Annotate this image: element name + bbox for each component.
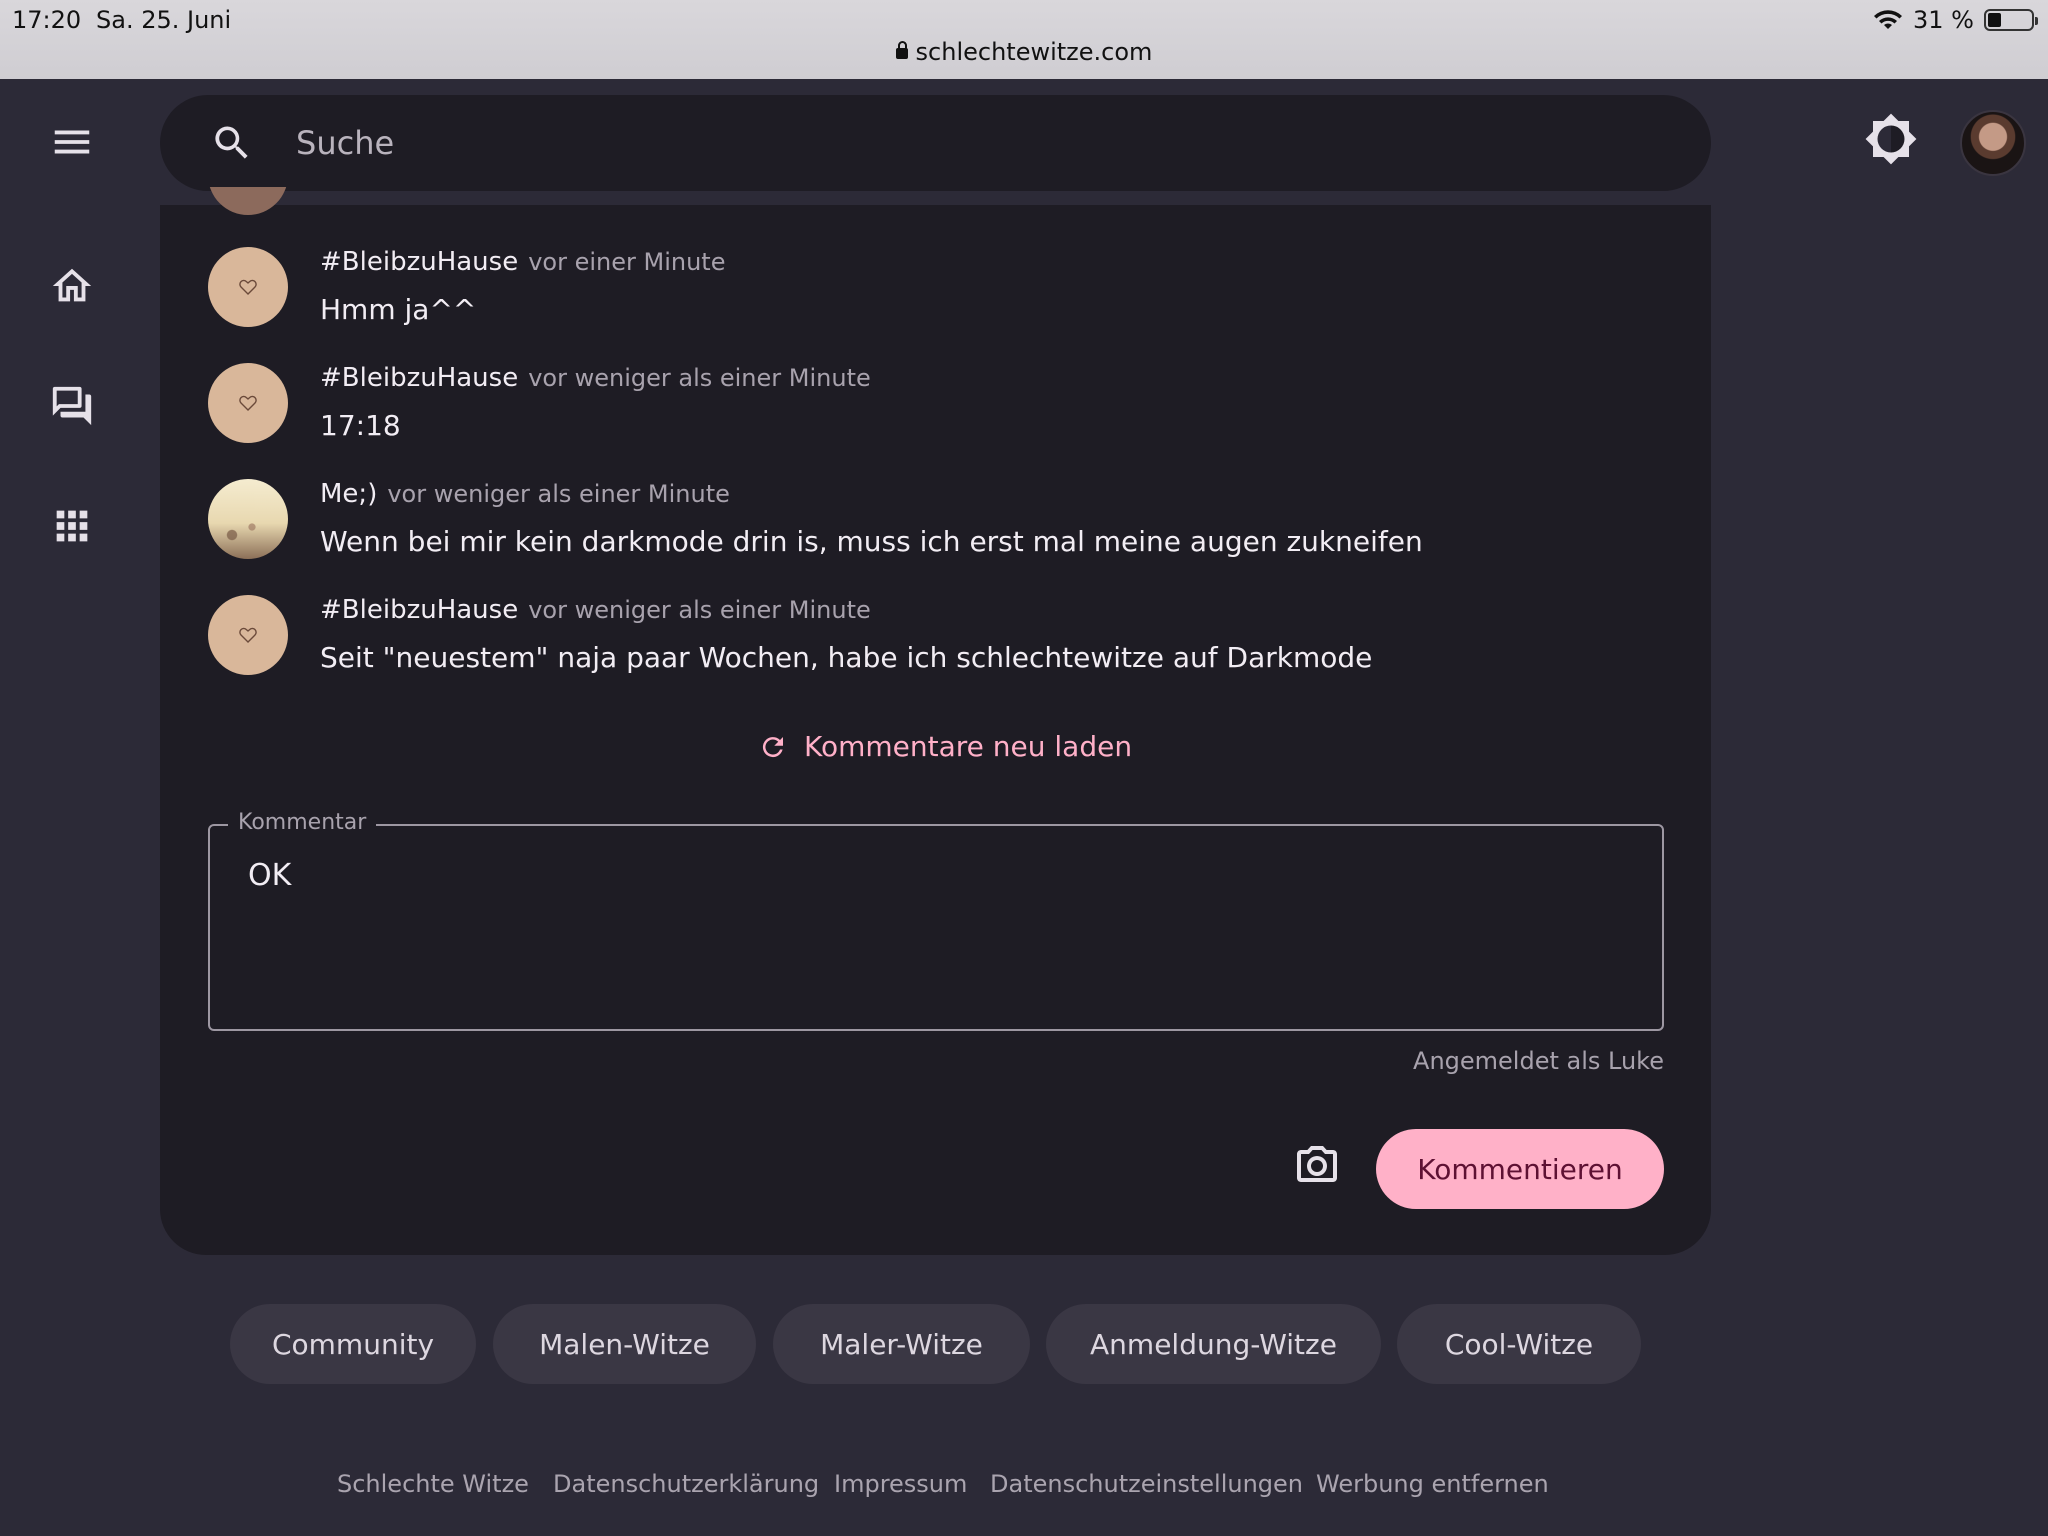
comment-time: vor einer Minute [528,248,726,276]
menu-icon [54,130,90,154]
status-time: 17:20 [12,6,82,34]
reload-comments-button[interactable]: Kommentare neu laden [758,730,1132,763]
status-date: Sa. 25. Juni [96,6,232,34]
camera-icon [1297,1146,1337,1182]
comment-avatar[interactable] [208,363,288,443]
submit-comment-button[interactable]: Kommentieren [1376,1129,1664,1209]
battery-fill [1988,13,2001,27]
comment-header: Me;) vor weniger als einer Minute [320,479,730,509]
comment-item: #BleibzuHause vor weniger als einer Minut… [208,363,1608,463]
forum-icon [52,386,92,426]
comment-avatar[interactable] [208,595,288,675]
comment-avatar[interactable] [208,247,288,327]
heart-icon [239,279,257,295]
status-bar: 17:20 Sa. 25. Juni 31 % schlechtewitze.c… [0,0,2048,79]
comment-textarea[interactable] [246,856,1630,1010]
footer-link[interactable]: Impressum [834,1470,967,1498]
comment-header: #BleibzuHause vor einer Minute [320,247,725,277]
comment-time: vor weniger als einer Minute [528,364,871,392]
tag-chip[interactable]: Community [230,1304,476,1384]
comment-avatar[interactable] [208,479,288,559]
comment-author[interactable]: #BleibzuHause [320,247,518,277]
comment-text: Hmm ja^^ [320,293,477,326]
comment-text: 17:18 [320,409,401,442]
home-icon [52,268,92,302]
tag-chip[interactable]: Anmeldung-Witze [1046,1304,1381,1384]
tag-chip[interactable]: Cool-Witze [1397,1304,1641,1384]
footer: Schlechte Witze Datenschutzerklärung Impre… [0,1470,2048,1500]
address-bar[interactable]: schlechtewitze.com [0,38,2048,66]
comments-card: #BleibzuHause vor einer Minute Hmm ja^^ #Bl… [160,187,1711,1255]
comment-header: #BleibzuHause vor weniger als einer Minut… [320,595,871,625]
footer-link[interactable]: Datenschutzeinstellungen [990,1470,1303,1498]
lock-icon [895,41,908,59]
footer-link[interactable]: Werbung entfernen [1316,1470,1549,1498]
comment-item: Me;) vor weniger als einer Minute Wenn bei… [208,479,1608,579]
comment-field[interactable]: Kommentar [208,810,1664,1031]
url-text: schlechtewitze.com [915,38,1153,66]
comment-field-label: Kommentar [228,810,377,835]
wifi-icon [1874,10,1903,29]
comment-header: #BleibzuHause vor weniger als einer Minut… [320,363,871,393]
brightness-icon [1865,113,1917,165]
heart-icon [239,395,257,411]
search-input[interactable] [294,123,1498,163]
heart-icon [239,627,257,643]
status-indicators: 31 % [1873,6,2038,34]
attach-photo-button[interactable] [1293,1140,1341,1188]
comment-author[interactable]: #BleibzuHause [320,595,518,625]
nav-home-button[interactable] [40,254,104,318]
comment-author[interactable]: #BleibzuHause [320,363,518,393]
comment-item: #BleibzuHause vor einer Minute Hmm ja^^ [208,247,1608,347]
logged-in-text: Angemeldet als Luke [1413,1047,1664,1075]
reload-comments-label: Kommentare neu laden [804,730,1133,763]
comment-item: #BleibzuHause vor weniger als einer Minut… [208,595,1608,695]
user-avatar[interactable] [1960,110,2026,176]
comment-text: Wenn bei mir kein darkmode drin is, muss… [320,525,1423,558]
menu-button[interactable] [40,110,104,174]
apps-icon [56,510,88,542]
tag-chip[interactable]: Malen-Witze [493,1304,756,1384]
refresh-icon [762,736,783,757]
comment-time: vor weniger als einer Minute [387,480,730,508]
search-bar[interactable] [160,95,1711,191]
footer-link[interactable]: Datenschutzerklärung [553,1470,819,1498]
theme-toggle-button[interactable] [1864,112,1918,166]
nav-forum-button[interactable] [40,374,104,438]
battery-icon [1984,9,2038,31]
battery-percent: 31 % [1913,6,1974,34]
nav-apps-button[interactable] [40,494,104,558]
comment-time: vor weniger als einer Minute [528,596,871,624]
comment-author[interactable]: Me;) [320,479,377,509]
search-icon [215,126,248,159]
footer-link[interactable]: Schlechte Witze [337,1470,529,1498]
tag-chip[interactable]: Maler-Witze [773,1304,1030,1384]
previous-comment-avatar [208,187,288,217]
comment-text: Seit "neuestem" naja paar Wochen, habe i… [320,641,1373,674]
